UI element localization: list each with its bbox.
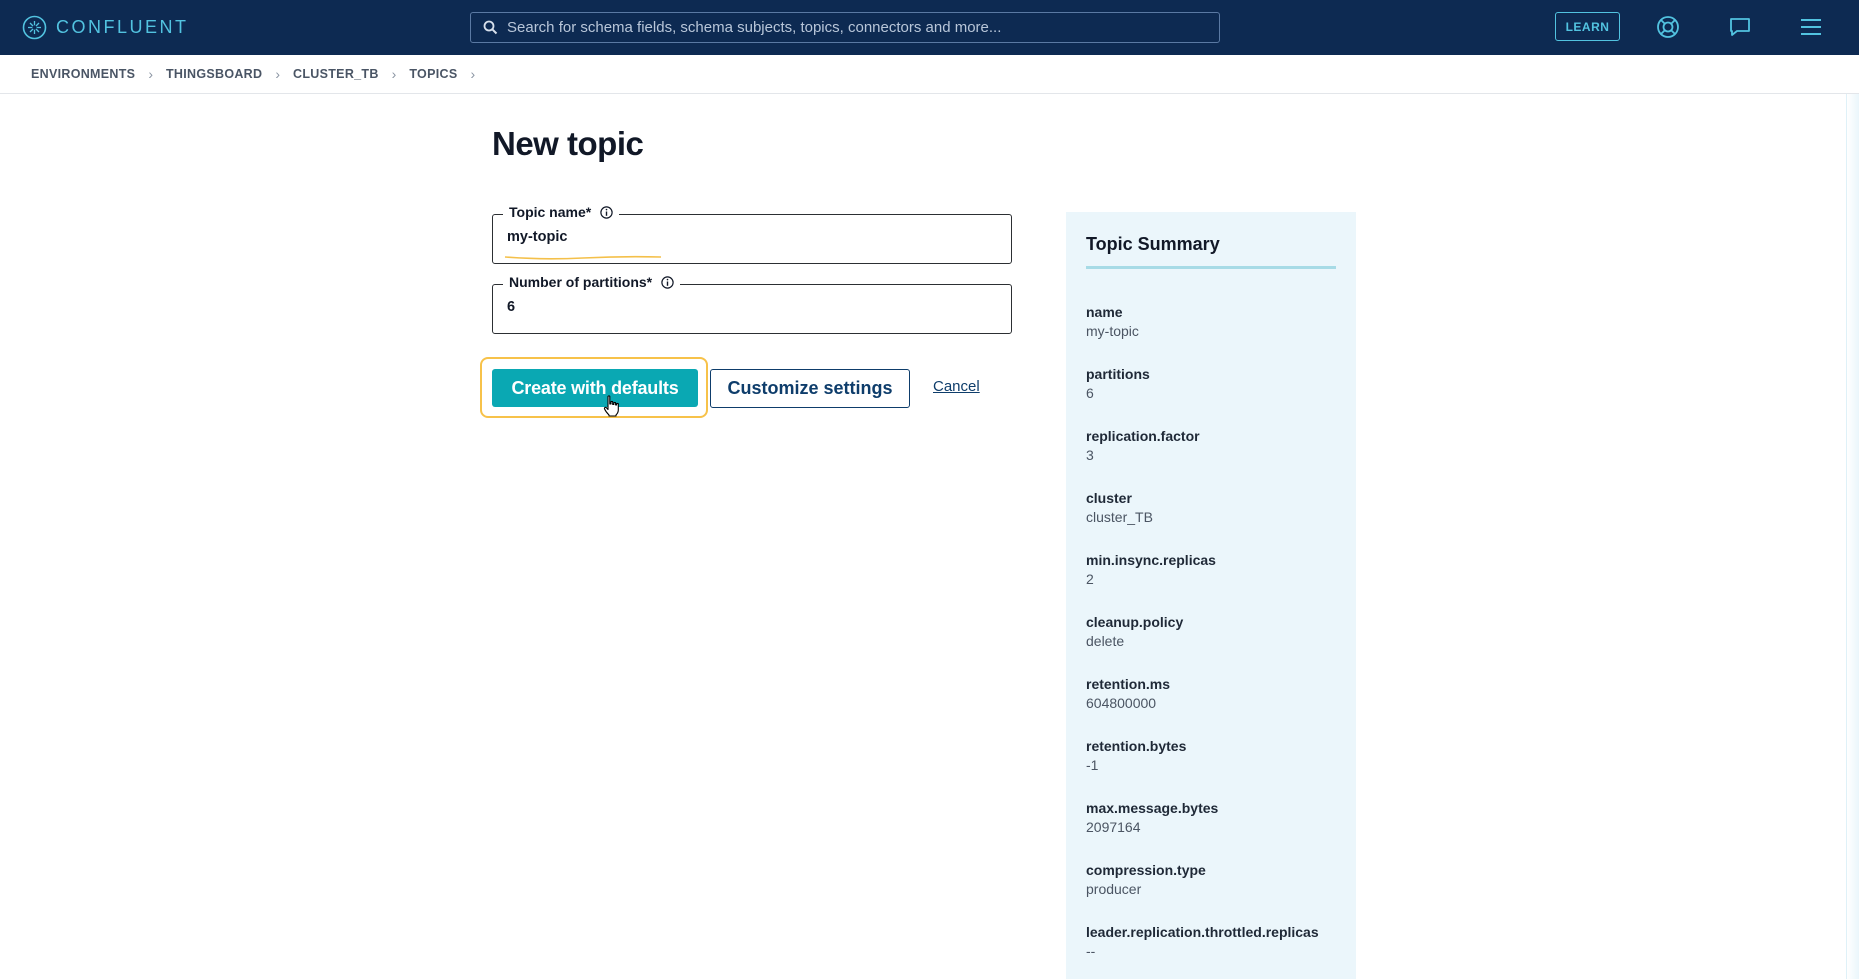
- summary-divider: [1086, 266, 1336, 269]
- summary-item-cluster: cluster cluster_TB: [1086, 489, 1346, 551]
- summary-value: producer: [1086, 881, 1142, 897]
- summary-key: leader.replication.throttled.replicas: [1086, 924, 1319, 940]
- brand-name: CONFLUENT: [56, 17, 189, 37]
- cancel-link[interactable]: Cancel: [933, 378, 980, 395]
- summary-key: partitions: [1086, 366, 1150, 382]
- summary-value: my-topic: [1086, 323, 1139, 339]
- global-search[interactable]: [470, 12, 1220, 43]
- page-title: New topic: [492, 125, 644, 162]
- help-lifebuoy-icon[interactable]: [1654, 13, 1682, 41]
- summary-value: 2: [1086, 571, 1094, 587]
- summary-item-retention-bytes: retention.bytes -1: [1086, 737, 1346, 799]
- search-icon: [483, 20, 498, 35]
- summary-value: --: [1086, 943, 1096, 959]
- summary-item-name: name my-topic: [1086, 303, 1346, 365]
- breadcrumb-topics[interactable]: TOPICS: [409, 67, 457, 81]
- summary-key: cleanup.policy: [1086, 614, 1184, 630]
- breadcrumb-cluster[interactable]: CLUSTER_TB: [293, 67, 379, 81]
- breadcrumb-separator: ›: [275, 66, 281, 82]
- summary-value: 604800000: [1086, 695, 1157, 711]
- breadcrumb-separator: ›: [470, 66, 476, 82]
- summary-key: max.message.bytes: [1086, 800, 1219, 816]
- breadcrumb-environments[interactable]: ENVIRONMENTS: [31, 67, 135, 81]
- summary-key: retention.ms: [1086, 676, 1171, 692]
- summary-key: cluster: [1086, 490, 1132, 506]
- search-input[interactable]: [507, 19, 1197, 36]
- partitions-label: Number of partitions*: [509, 274, 653, 290]
- partitions-field[interactable]: Number of partitions*: [492, 274, 1012, 334]
- summary-item-replication-factor: replication.factor 3: [1086, 427, 1346, 489]
- summary-value: 3: [1086, 447, 1094, 463]
- topic-name-input[interactable]: [507, 229, 987, 245]
- summary-item-leader-replication-throttled: leader.replication.throttled.replicas --: [1086, 923, 1346, 979]
- summary-item-min-insync-replicas: min.insync.replicas 2: [1086, 551, 1346, 613]
- hand-cursor-icon: [603, 395, 619, 417]
- breadcrumb-thingsboard[interactable]: THINGSBOARD: [166, 67, 262, 81]
- breadcrumb: ENVIRONMENTS › THINGSBOARD › CLUSTER_TB …: [0, 55, 1859, 94]
- partitions-label-group: Number of partitions*: [503, 274, 681, 290]
- summary-key: min.insync.replicas: [1086, 552, 1216, 568]
- topic-name-field[interactable]: Topic name*: [492, 204, 1012, 264]
- input-highlight-underline: [504, 255, 662, 260]
- chat-icon[interactable]: [1726, 13, 1754, 41]
- scrollbar-track[interactable]: [1846, 94, 1859, 979]
- summary-value: delete: [1086, 633, 1125, 649]
- summary-key: compression.type: [1086, 862, 1206, 878]
- summary-value: 2097164: [1086, 819, 1141, 835]
- customize-settings-button[interactable]: Customize settings: [710, 369, 910, 408]
- summary-item-compression-type: compression.type producer: [1086, 861, 1346, 923]
- partitions-input[interactable]: [507, 299, 987, 315]
- summary-value: -1: [1086, 757, 1099, 773]
- info-icon[interactable]: [661, 275, 674, 289]
- breadcrumb-separator: ›: [148, 66, 153, 82]
- learn-button[interactable]: LEARN: [1555, 12, 1620, 41]
- menu-icon[interactable]: [1797, 13, 1825, 41]
- summary-item-cleanup-policy: cleanup.policy delete: [1086, 613, 1346, 675]
- summary-list: name my-topic partitions 6 replication.f…: [1086, 303, 1346, 979]
- top-navigation-bar: CONFLUENT LEARN: [0, 0, 1859, 55]
- summary-value: 6: [1086, 385, 1094, 401]
- summary-item-partitions: partitions 6: [1086, 365, 1346, 427]
- summary-title: Topic Summary: [1086, 234, 1220, 254]
- create-with-defaults-button[interactable]: Create with defaults: [492, 369, 698, 407]
- summary-key: replication.factor: [1086, 428, 1200, 444]
- topic-name-label-group: Topic name*: [503, 204, 620, 220]
- breadcrumb-separator: ›: [391, 66, 397, 82]
- summary-key: name: [1086, 304, 1123, 320]
- confluent-logo-icon: [22, 15, 47, 40]
- summary-item-retention-ms: retention.ms 604800000: [1086, 675, 1346, 737]
- summary-key: retention.bytes: [1086, 738, 1187, 754]
- confluent-logo[interactable]: CONFLUENT: [22, 15, 189, 40]
- summary-value: cluster_TB: [1086, 509, 1153, 525]
- summary-item-max-message-bytes: max.message.bytes 2097164: [1086, 799, 1346, 861]
- topic-summary-panel: Topic Summary name my-topic partitions 6…: [1066, 212, 1356, 979]
- topic-name-label: Topic name*: [509, 204, 592, 220]
- info-icon[interactable]: [600, 205, 613, 219]
